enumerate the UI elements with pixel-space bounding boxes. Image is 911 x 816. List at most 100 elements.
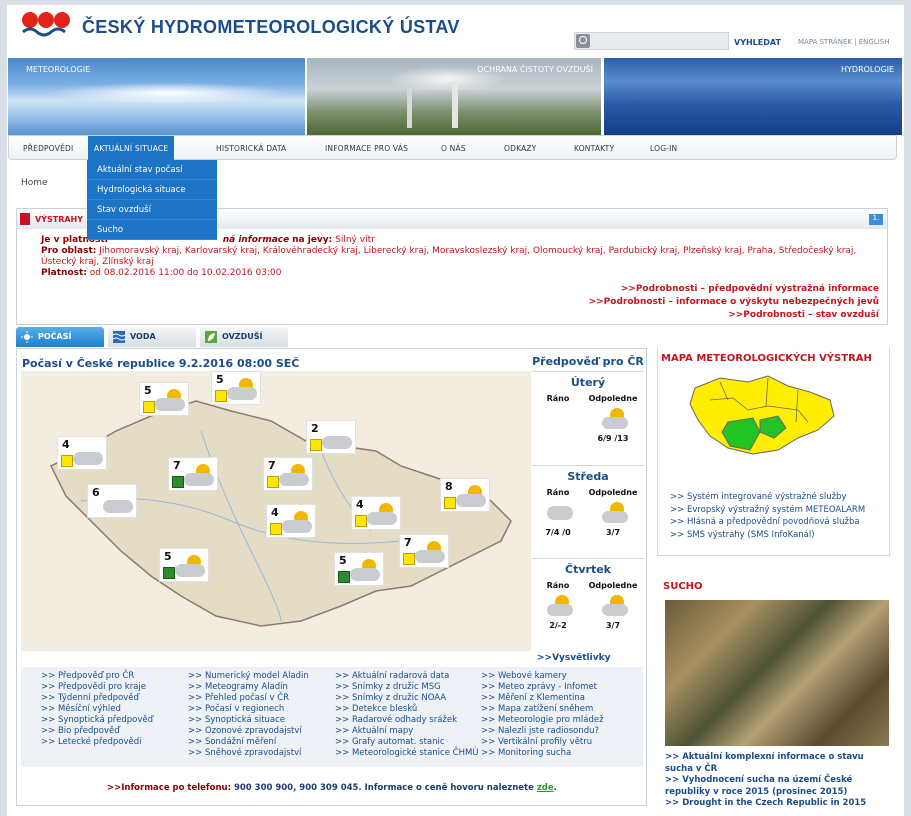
tab-voda[interactable]: VODA (108, 327, 196, 347)
station-value: 5 (339, 554, 347, 567)
nav-kontakty[interactable]: KONTAKTY (574, 144, 614, 153)
tab-voda-label: VODA (130, 332, 156, 341)
weather-station[interactable]: 5 (211, 371, 261, 405)
wind-arrow-icon (163, 567, 175, 579)
weather-station[interactable]: 2 (306, 420, 356, 454)
link-item[interactable]: >> Aktuální mapy (335, 726, 485, 737)
dropdown-item-ovzdusi[interactable]: Stav ovzduší (87, 200, 217, 220)
link-item[interactable]: >> Meteogramy Aladin (188, 682, 338, 693)
warning-link[interactable]: >>Podrobnosti – stav ovzduší (589, 309, 879, 322)
weather-station[interactable]: 8 (440, 478, 490, 512)
link-item[interactable]: >> Měření z Klementina (481, 693, 631, 704)
dropdown-item-sucho[interactable]: Sucho (87, 220, 217, 240)
forecast-day-name: Úterý (570, 376, 606, 389)
weather-station[interactable]: 7 (263, 457, 313, 491)
warning-map-title[interactable]: MAPA METEOROLOGICKÝCH VÝSTRAH (661, 353, 889, 364)
cloud-icon (456, 494, 486, 507)
link-item[interactable]: >> Bio předpověď (41, 726, 191, 737)
phone-price-link[interactable]: zde (537, 783, 554, 793)
link-item[interactable]: >> Sněhové zpravodajství (188, 748, 338, 759)
link-item[interactable]: >> Ozonové zpravodajství (188, 726, 338, 737)
weather-station[interactable]: 7 (168, 457, 218, 491)
weather-station[interactable]: 4 (351, 496, 401, 530)
weather-station[interactable]: 5 (334, 552, 384, 586)
banner-meteorologie[interactable]: METEOROLOGIE (8, 58, 305, 135)
link-item[interactable]: >> Grafy automat. stanic (335, 737, 485, 748)
link-item[interactable]: >> Systém integrované výstražné služby (670, 491, 865, 504)
nav-historicka-data[interactable]: HISTORICKÁ DATA (216, 144, 286, 153)
link-item[interactable]: >> Numerický model Aladin (188, 671, 338, 682)
link-item[interactable]: >> Meteorologie pro mládež (481, 715, 631, 726)
link-item[interactable]: >> Počasí v regionech (188, 704, 338, 715)
utility-links[interactable]: MAPA STRÁNEK | ENGLISH (798, 38, 890, 46)
site-title[interactable]: ČESKÝ HYDROMETEOROLOGICKÝ ÚSTAV (82, 17, 460, 38)
nav-predpovedi[interactable]: PŘEDPOVĚDI (23, 144, 73, 153)
banner-hydrologie[interactable]: HYDROLOGIE (604, 58, 902, 135)
link-item[interactable]: >> Meteorologické stanice ČHMÚ (335, 748, 485, 759)
weather-station[interactable]: 6 (87, 484, 137, 518)
nav-informace-pro-vas[interactable]: INFORMACE PRO VÁS (325, 144, 408, 153)
link-item[interactable]: >> Synoptická předpověď (41, 715, 191, 726)
link-item[interactable]: >> Drought in the Czech Republic in 2015 (665, 798, 893, 810)
dropdown-item-hydrologicka[interactable]: Hydrologická situace (87, 180, 217, 200)
tab-ovzdusi[interactable]: OVZDUŠÍ (200, 327, 288, 347)
link-item[interactable]: >> Letecké předpovědi (41, 737, 191, 748)
link-item[interactable]: >> Nalezli jste radiosondu? (481, 726, 631, 737)
link-item[interactable]: >> Snímky z družic MSG (335, 682, 485, 693)
tab-pocasi[interactable]: POČASÍ (16, 327, 104, 347)
search-input[interactable] (574, 32, 729, 50)
link-item[interactable]: >> Sondážní měření (188, 737, 338, 748)
forecast-legend-link[interactable]: >>Vysvětlivky (537, 653, 610, 663)
warning-map[interactable] (658, 370, 891, 470)
link-item[interactable]: >> Hlásná a předpovědní povodňová služba (670, 516, 865, 529)
banner-ovzdusi[interactable]: OCHRANA ČISTOTY OVZDUŠÍ (307, 58, 601, 135)
page: ČESKÝ HYDROMETEOROLOGICKÝ ÚSTAV VYHLEDAT… (7, 5, 904, 816)
weather-station[interactable]: 7 (399, 534, 449, 568)
cloud-icon (350, 568, 380, 581)
weather-station[interactable]: 4 (57, 436, 107, 470)
nav-aktualni-situace[interactable]: AKTUÁLNÍ SITUACE (88, 136, 175, 160)
link-item[interactable]: >> Aktuální komplexní informace o stavu … (665, 752, 893, 775)
link-item[interactable]: >> Přehled počasí v ČR (188, 693, 338, 704)
weather-station[interactable]: 5 (139, 382, 189, 416)
link-item[interactable]: >> Webové kamery (481, 671, 631, 682)
phone-end: . (553, 783, 557, 793)
wind-arrow-icon (270, 523, 282, 535)
cloud-icon (279, 473, 309, 486)
link-item[interactable]: >> Detekce blesků (335, 704, 485, 715)
link-item[interactable]: >> Mapa zatížení sněhem (481, 704, 631, 715)
dropdown-item-pocasi[interactable]: Aktuální stav počasí (87, 160, 217, 180)
drought-photo[interactable] (665, 600, 889, 746)
weather-links: >> Předpověď pro ČR >> Předpovědi pro kr… (21, 667, 643, 767)
forecast-title[interactable]: Předpověď pro ČR (532, 355, 644, 368)
wind-arrow-icon (215, 390, 227, 402)
link-item[interactable]: >> Týdenní předpověď (41, 693, 191, 704)
weather-station[interactable]: 5 (159, 548, 209, 582)
search-button[interactable]: VYHLEDAT (734, 38, 781, 47)
link-item[interactable]: >> Synoptická situace (188, 715, 338, 726)
link-item[interactable]: >> Měsíční výhled (41, 704, 191, 715)
link-item[interactable]: >> Aktuální radarová data (335, 671, 485, 682)
link-column: >> Numerický model Aladin >> Meteogramy … (188, 671, 338, 759)
nav-login[interactable]: LOG-IN (650, 144, 677, 153)
station-value: 4 (356, 498, 364, 511)
link-item[interactable]: >> Monitoring sucha (481, 748, 631, 759)
weather-station[interactable]: 4 (266, 504, 316, 538)
link-item[interactable]: >> Vyhodnocení sucha na území České repu… (665, 775, 893, 798)
chmu-logo[interactable] (21, 10, 71, 40)
link-item[interactable]: >> Meteo zprávy - Infomet (481, 682, 631, 693)
link-item[interactable]: >> Předpověď pro ČR (41, 671, 191, 682)
link-item[interactable]: >> Snímky z družic NOAA (335, 693, 485, 704)
czech-weather-map[interactable]: 5 5 2 4 7 7 6 8 4 4 7 5 5 (21, 371, 531, 651)
link-item[interactable]: >> Předpovědi pro kraje (41, 682, 191, 693)
nav-o-nas[interactable]: O NÁS (441, 144, 466, 153)
warnings-badge[interactable]: 1. (869, 214, 883, 225)
link-item[interactable]: >> Radarové odhady srážek (335, 715, 485, 726)
warning-link[interactable]: >>Podrobnosti – předpovědní výstražná in… (589, 283, 879, 296)
warning-link[interactable]: >>Podrobnosti – informace o výskytu nebe… (589, 296, 879, 309)
link-item[interactable]: >> Evropský výstražný systém METEOALARM (670, 504, 865, 517)
link-item[interactable]: >> Vertikální profily větru (481, 737, 631, 748)
link-item[interactable]: >> SMS výstrahy (SMS InfoKanál) (670, 529, 865, 542)
breadcrumb[interactable]: Home (21, 178, 48, 188)
nav-odkazy[interactable]: ODKAZY (504, 144, 537, 153)
